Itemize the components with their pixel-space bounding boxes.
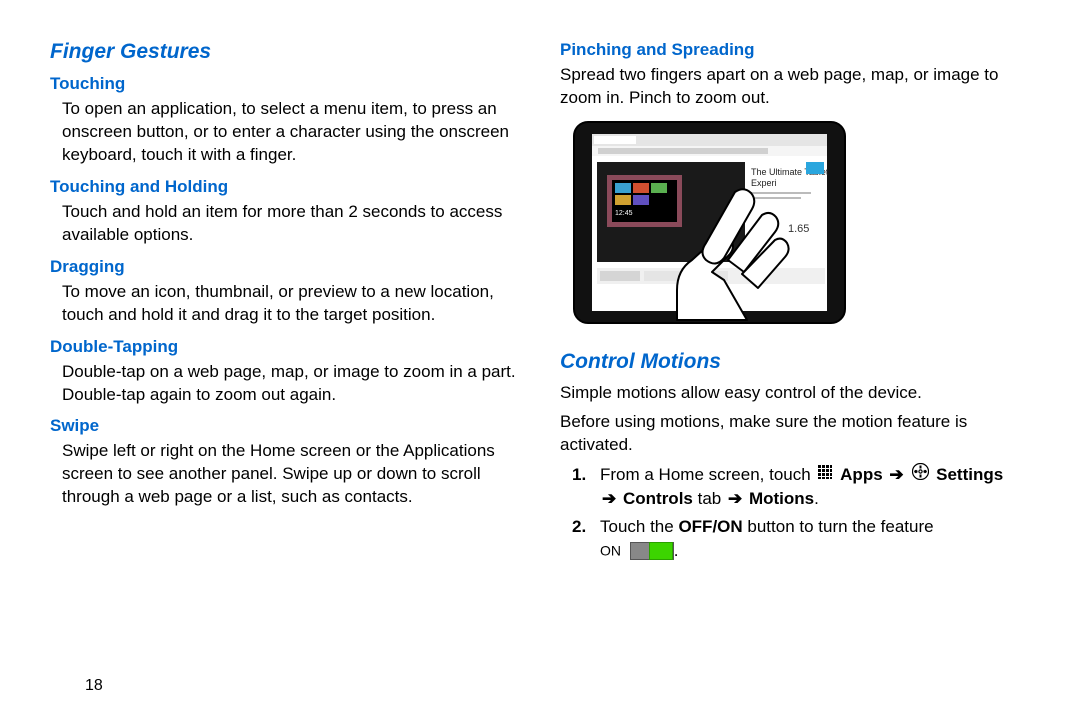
section-title-finger-gestures: Finger Gestures xyxy=(50,40,520,64)
step-2: 2. Touch the OFF/ON button to turn the f… xyxy=(572,515,1030,563)
controls-label: Controls xyxy=(623,489,693,508)
arrow-icon-3: ➔ xyxy=(726,489,744,508)
body-double-tapping: Double-tap on a web page, map, or image … xyxy=(62,361,520,407)
on-toggle-icon xyxy=(630,542,674,560)
apps-grid-icon xyxy=(817,463,833,487)
tablet-pinch-illustration: 12:45 The Ultimate Tablet Experi 1.65 xyxy=(572,120,1030,330)
on-label: ON xyxy=(600,542,621,558)
offon-label: OFF/ON xyxy=(678,517,742,536)
settings-label: Settings xyxy=(936,465,1003,484)
subheading-touching: Touching xyxy=(50,74,520,94)
section-title-control-motions: Control Motions xyxy=(560,350,1030,374)
step2-text-prefix: Touch the xyxy=(600,517,678,536)
right-column: Pinching and Spreading Spread two finger… xyxy=(560,40,1030,566)
arrow-icon-2: ➔ xyxy=(600,489,618,508)
body-pinching-spreading: Spread two fingers apart on a web page, … xyxy=(560,64,1030,110)
apps-label: Apps xyxy=(840,465,883,484)
subheading-dragging: Dragging xyxy=(50,257,520,277)
body-dragging: To move an icon, thumbnail, or preview t… xyxy=(62,281,520,327)
body-control-motions-intro2: Before using motions, make sure the moti… xyxy=(560,411,1030,457)
left-column: Finger Gestures Touching To open an appl… xyxy=(50,40,520,566)
motions-label: Motions xyxy=(749,489,814,508)
tab-word: tab xyxy=(698,489,726,508)
subheading-double-tapping: Double-Tapping xyxy=(50,337,520,357)
page-number: 18 xyxy=(85,677,103,695)
settings-gear-icon xyxy=(912,463,929,487)
subheading-touching-holding: Touching and Holding xyxy=(50,177,520,197)
step-1: 1. From a Home screen, touch xyxy=(572,463,1030,511)
step2-text-suffix: button to turn the feature xyxy=(743,517,934,536)
svg-text:Experi: Experi xyxy=(751,178,777,188)
body-touching-holding: Touch and hold an item for more than 2 s… xyxy=(62,201,520,247)
steps-list: 1. From a Home screen, touch xyxy=(572,463,1030,563)
body-touching: To open an application, to select a menu… xyxy=(62,98,520,167)
subheading-swipe: Swipe xyxy=(50,416,520,436)
step1-text-prefix: From a Home screen, touch xyxy=(600,465,815,484)
body-control-motions-intro1: Simple motions allow easy control of the… xyxy=(560,382,1030,405)
arrow-icon: ➔ xyxy=(887,465,905,484)
svg-text:12:45: 12:45 xyxy=(615,210,633,217)
svg-text:1.65: 1.65 xyxy=(788,223,809,235)
subheading-pinching-spreading: Pinching and Spreading xyxy=(560,40,1030,60)
body-swipe: Swipe left or right on the Home screen o… xyxy=(62,440,520,509)
